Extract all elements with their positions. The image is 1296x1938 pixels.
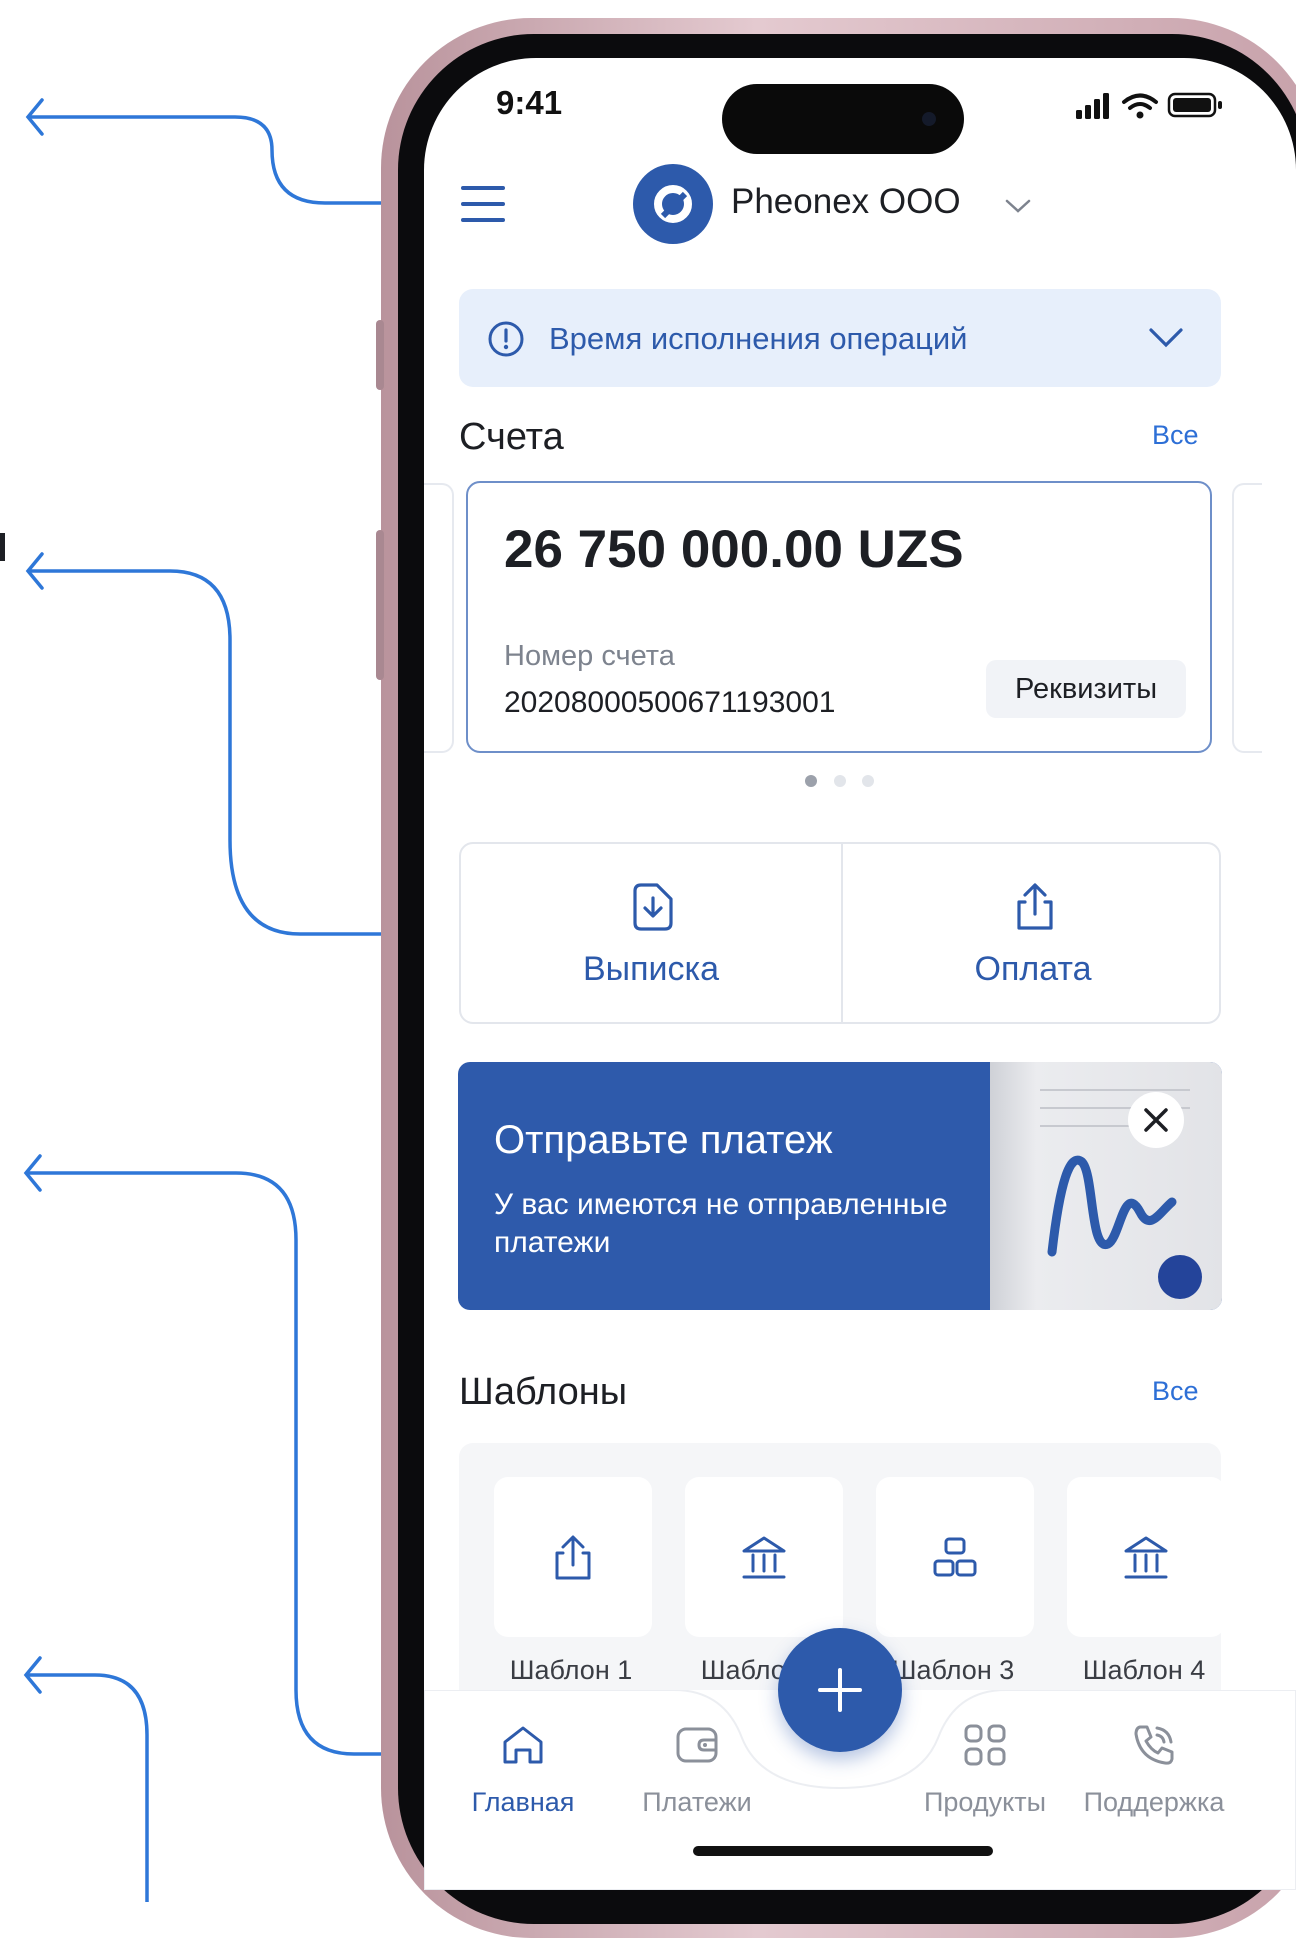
statement-button[interactable]: Выписка bbox=[461, 844, 841, 1022]
tab-payments[interactable]: Платежи bbox=[612, 1722, 782, 1832]
promo-text: У вас имеются не отправленные платежи bbox=[494, 1188, 948, 1259]
dynamic-island bbox=[722, 84, 964, 154]
info-icon bbox=[488, 321, 524, 357]
tab-products[interactable]: Продукты bbox=[900, 1722, 1070, 1832]
phone-side-button bbox=[376, 530, 384, 680]
blocks-icon bbox=[933, 1537, 977, 1577]
payment-label: Оплата bbox=[974, 950, 1092, 988]
account-card-next[interactable] bbox=[1232, 483, 1262, 753]
company-logo[interactable] bbox=[633, 164, 713, 244]
phone-call-icon bbox=[1134, 1725, 1174, 1765]
tab-payments-label: Платежи bbox=[642, 1787, 752, 1817]
carousel-dot[interactable] bbox=[834, 775, 846, 787]
document-download-icon bbox=[633, 883, 673, 931]
company-logo-icon bbox=[654, 185, 692, 223]
share-upload-icon bbox=[555, 1535, 591, 1580]
account-number: 20208000500671193001 bbox=[504, 686, 836, 719]
phone-side-button bbox=[376, 320, 384, 390]
tab-home-label: Главная bbox=[471, 1787, 575, 1817]
status-time: 9:41 bbox=[496, 84, 563, 121]
chevron-down-icon bbox=[1149, 328, 1183, 348]
promo-close-button[interactable] bbox=[1128, 1092, 1184, 1148]
statement-label: Выписка bbox=[582, 950, 720, 988]
template-label-4: Шаблон 4 bbox=[1082, 1655, 1206, 1685]
carousel-dot-active[interactable] bbox=[805, 775, 817, 787]
tab-products-label: Продукты bbox=[924, 1787, 1046, 1817]
account-details-button[interactable]: Реквизиты bbox=[986, 660, 1186, 718]
share-upload-icon bbox=[1017, 883, 1053, 930]
template-item-1[interactable] bbox=[494, 1477, 652, 1637]
signature-icon bbox=[1040, 1089, 1202, 1299]
chevron-down-icon[interactable] bbox=[1003, 196, 1033, 216]
wallet-icon bbox=[676, 1727, 718, 1763]
template-label-1: Шаблон 1 bbox=[509, 1655, 633, 1685]
operations-time-notice[interactable]: Время исполнения операций bbox=[459, 289, 1221, 387]
account-number-label: Номер счета bbox=[504, 640, 675, 672]
accounts-all-link[interactable]: Все bbox=[1152, 420, 1199, 451]
bank-icon bbox=[1124, 1536, 1168, 1579]
promo-title: Отправьте платеж bbox=[494, 1118, 833, 1162]
promo-banner[interactable]: Отправьте платеж У вас имеются не отправ… bbox=[458, 1062, 1222, 1310]
account-card-prev[interactable] bbox=[424, 483, 454, 753]
notice-text: Время исполнения операций bbox=[549, 321, 968, 356]
template-item-3[interactable] bbox=[876, 1477, 1034, 1637]
bank-icon bbox=[742, 1536, 786, 1579]
plus-icon bbox=[818, 1668, 862, 1712]
status-icons bbox=[1076, 92, 1222, 119]
templates-title: Шаблоны bbox=[459, 1371, 628, 1413]
carousel-dot[interactable] bbox=[862, 775, 874, 787]
grid-icon bbox=[964, 1724, 1006, 1766]
promo-illustration bbox=[990, 1062, 1222, 1310]
company-name[interactable]: Pheonex OOO bbox=[731, 182, 961, 222]
menu-icon[interactable] bbox=[459, 180, 507, 228]
close-icon bbox=[1144, 1108, 1168, 1132]
account-card[interactable]: 26 750 000.00 UZS Номер счета 2020800050… bbox=[466, 481, 1212, 753]
templates-all-link[interactable]: Все bbox=[1152, 1376, 1199, 1407]
tab-home[interactable]: Главная bbox=[438, 1722, 608, 1832]
tab-support-label: Поддержка bbox=[1083, 1787, 1225, 1817]
payment-button[interactable]: Оплата bbox=[843, 844, 1223, 1022]
home-icon bbox=[503, 1726, 543, 1764]
home-indicator bbox=[693, 1846, 993, 1856]
template-item-4[interactable] bbox=[1067, 1477, 1221, 1637]
account-balance: 26 750 000.00 UZS bbox=[504, 520, 964, 579]
template-item-2[interactable] bbox=[685, 1477, 843, 1637]
tab-support[interactable]: Поддержка bbox=[1069, 1722, 1239, 1832]
accounts-title: Счета bbox=[459, 416, 564, 458]
add-button[interactable] bbox=[778, 1628, 902, 1752]
quick-actions: Выписка Оплата bbox=[459, 842, 1221, 1024]
